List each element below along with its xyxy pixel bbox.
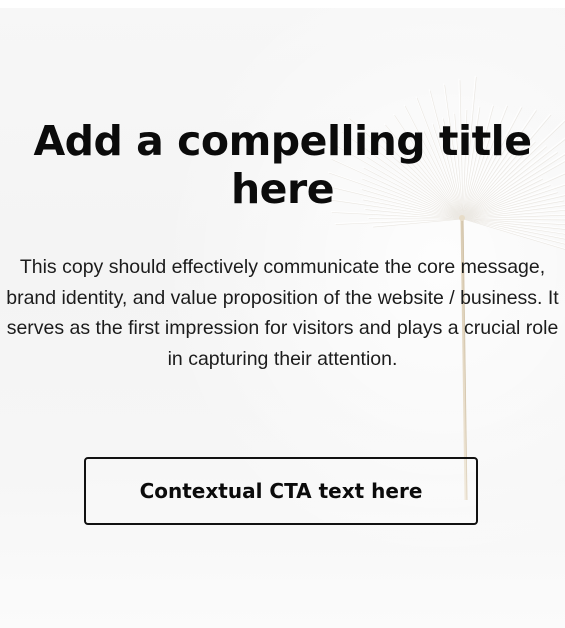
hero-section: Add a compelling title here This copy sh… — [0, 0, 565, 628]
hero-title: Add a compelling title here — [33, 117, 532, 213]
hero-body-text: This copy should effectively communicate… — [6, 256, 559, 370]
cta-button-label: Contextual CTA text here — [139, 479, 423, 503]
cta-button[interactable]: Contextual CTA text here — [84, 457, 478, 525]
hero-content: Add a compelling title here This copy sh… — [0, 0, 565, 628]
